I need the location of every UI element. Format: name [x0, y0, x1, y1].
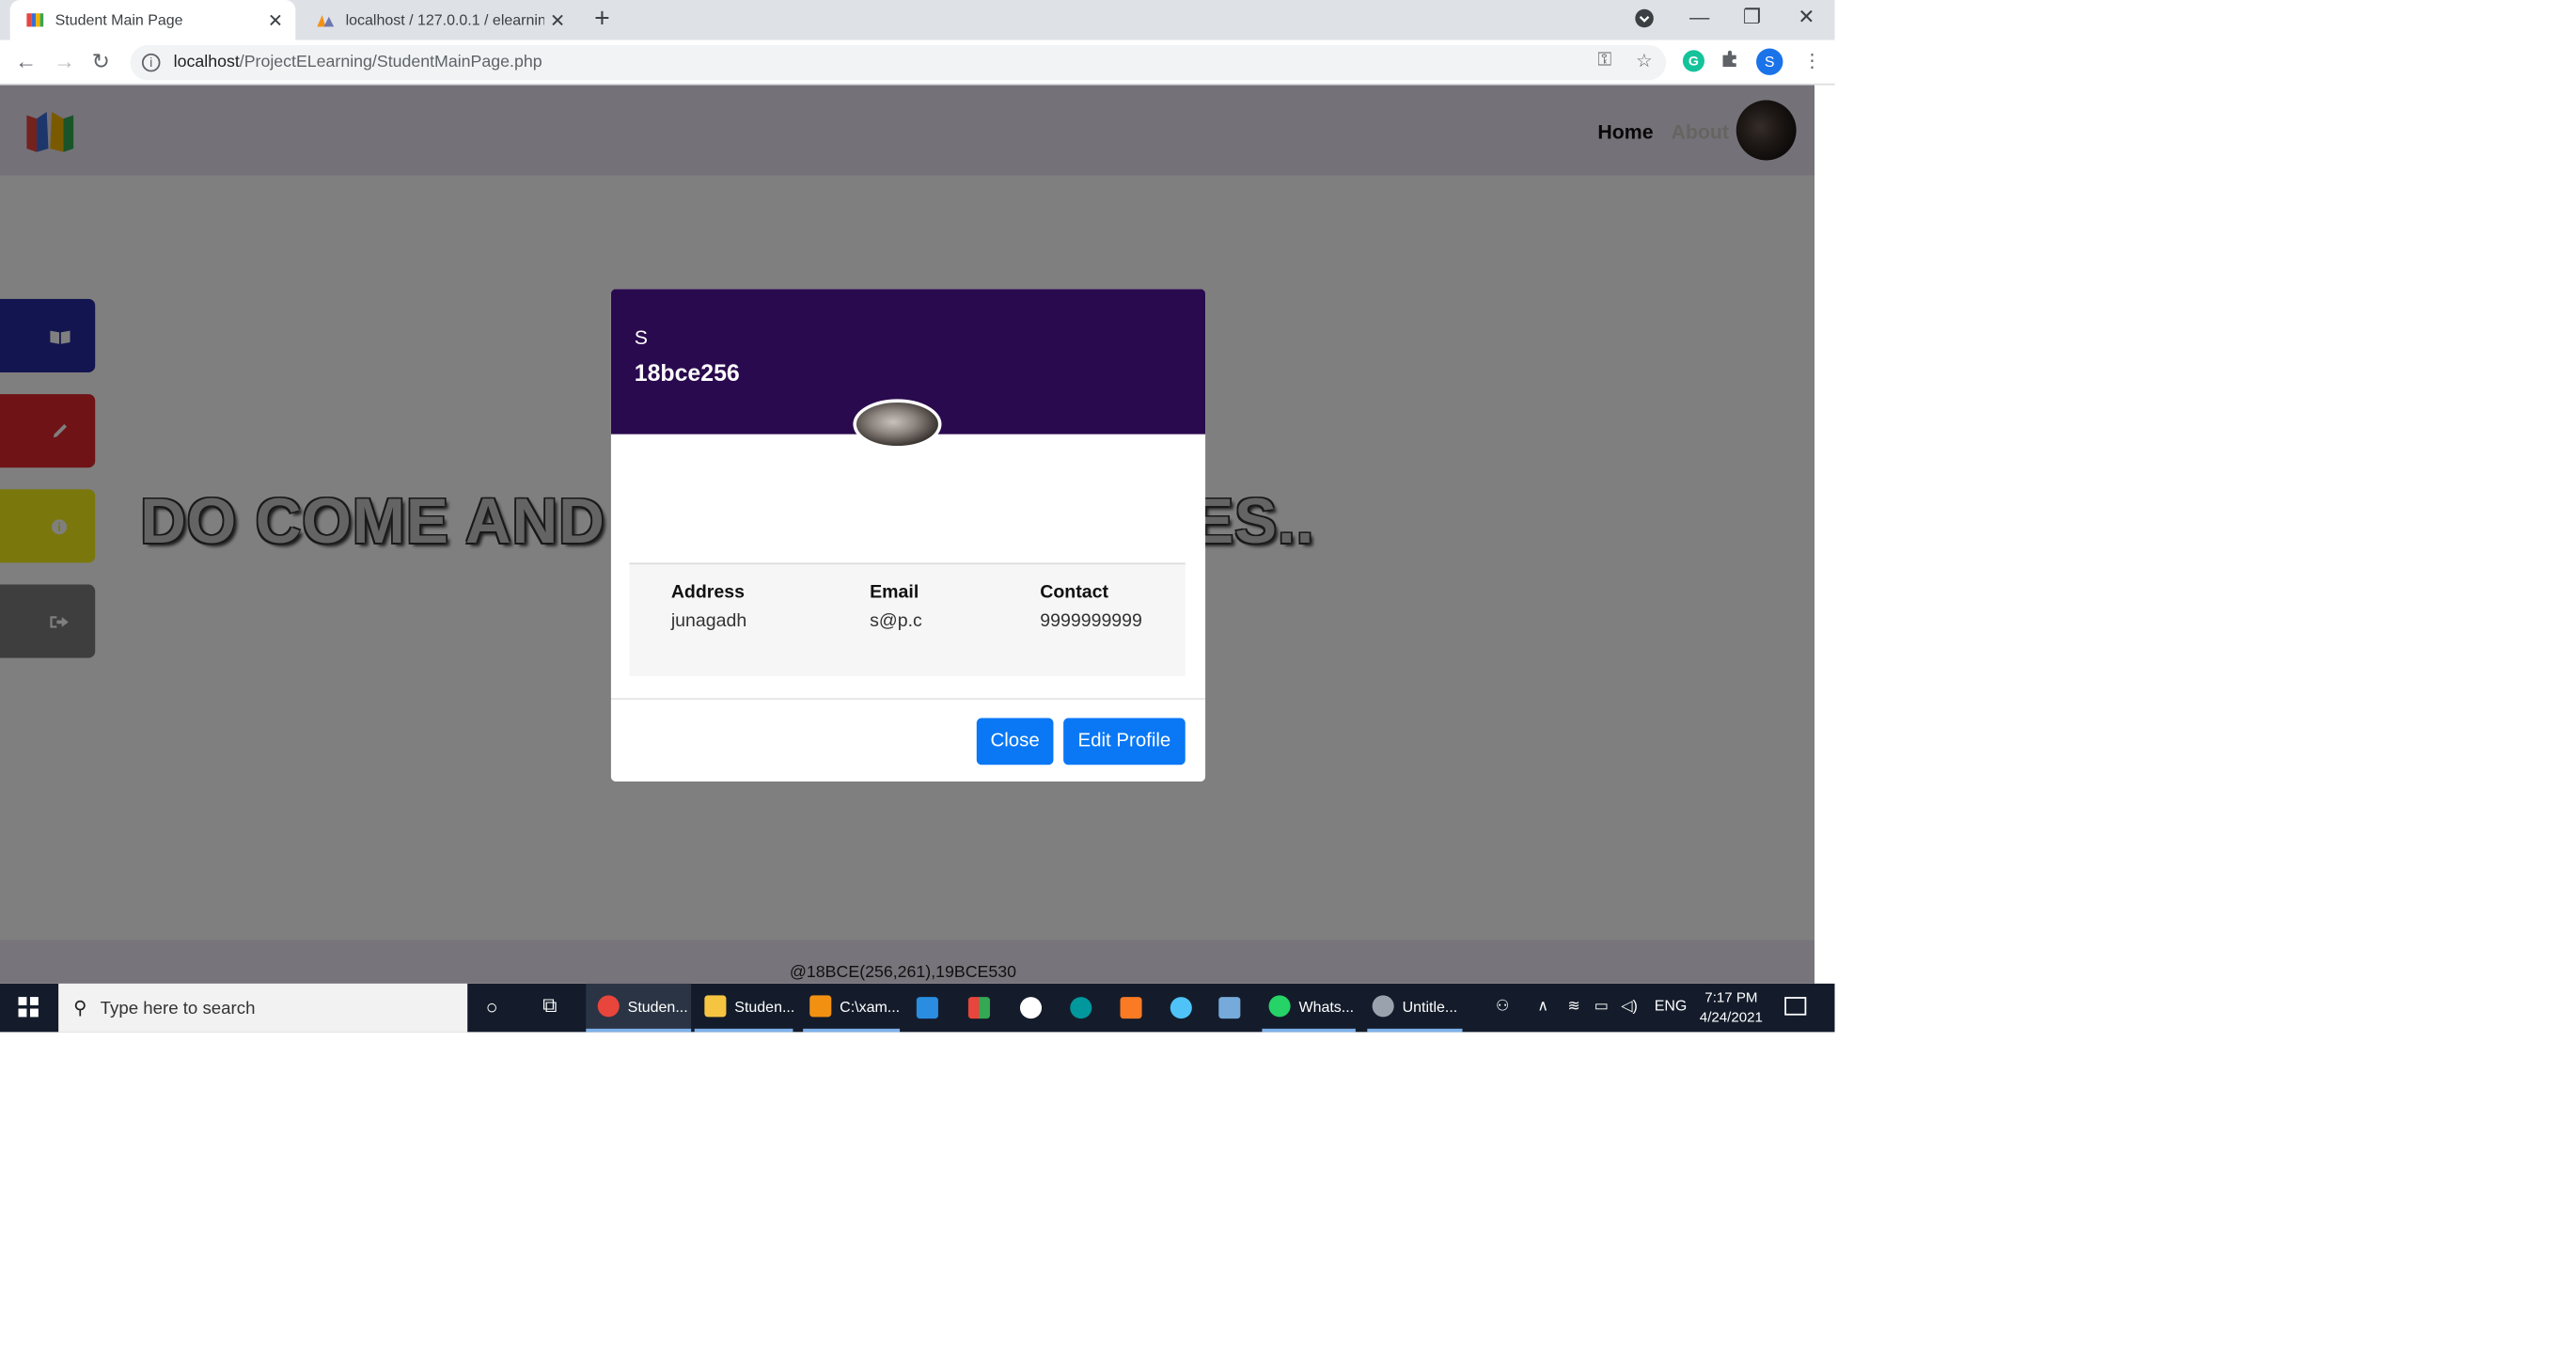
- taskbar-app-label: C:\xam...: [840, 997, 901, 1015]
- taskbar-app-xampp-explorer[interactable]: C:\xam...: [803, 984, 901, 1033]
- browser-toolbar: ← → ↻ i localhost/ProjectELearning/Stude…: [0, 39, 1835, 86]
- key-icon[interactable]: ⚿: [1597, 50, 1611, 71]
- extensions-puzzle-icon[interactable]: [1721, 50, 1740, 73]
- taskbar-app-label: Studen...: [627, 997, 688, 1015]
- tab-phpmyadmin[interactable]: localhost / 127.0.0.1 / elearning / ✕: [301, 0, 578, 40]
- battery-icon[interactable]: ▭: [1594, 997, 1609, 1016]
- contact-field: Contact 9999999999: [1040, 583, 1142, 631]
- clock-date: 4/24/2021: [1699, 1008, 1763, 1026]
- contact-label: Contact: [1040, 582, 1108, 604]
- system-clock[interactable]: 7:17 PM 4/24/2021: [1689, 987, 1773, 1027]
- app-globe-icon[interactable]: [1170, 984, 1201, 1032]
- profile-id: 18bce256: [634, 358, 740, 387]
- search-icon: ⚲: [73, 998, 87, 1019]
- window-close-icon[interactable]: ✕: [1798, 5, 1814, 28]
- address-bar[interactable]: i localhost/ProjectELearning/StudentMain…: [130, 44, 1667, 81]
- wifi-icon[interactable]: ≋: [1567, 997, 1579, 1016]
- people-icon[interactable]: ⚇: [1496, 997, 1509, 1016]
- address-label: Address: [670, 582, 746, 604]
- close-button[interactable]: Close: [976, 718, 1054, 766]
- tab-title: localhost / 127.0.0.1 / elearning /: [345, 11, 544, 29]
- taskbar-app-label: Studen...: [734, 997, 795, 1015]
- tab-strip: Student Main Page ✕ localhost / 127.0.0.…: [0, 0, 1835, 40]
- contact-value: 9999999999: [1040, 610, 1142, 632]
- action-center-icon[interactable]: [1784, 997, 1807, 1016]
- taskbar-app-whatsapp[interactable]: Whats...: [1262, 984, 1356, 1033]
- url-text: localhost/ProjectELearning/StudentMainPa…: [173, 53, 542, 72]
- email-field: Email s@p.c: [870, 583, 922, 631]
- taskbar-app-label: Untitle...: [1402, 997, 1458, 1015]
- app-blue-icon[interactable]: [1019, 984, 1050, 1032]
- taskbar-app-chrome[interactable]: Studen...: [586, 983, 692, 1033]
- tab-search-icon[interactable]: [1634, 8, 1654, 34]
- taskbar-app-label: Whats...: [1298, 997, 1355, 1015]
- close-tab-icon[interactable]: ✕: [544, 9, 571, 31]
- forward-icon[interactable]: →: [54, 48, 75, 73]
- volume-icon[interactable]: ◁): [1621, 997, 1638, 1016]
- cortana-icon[interactable]: ○: [486, 995, 498, 1018]
- profile-name: S: [634, 325, 648, 350]
- bookmark-star-icon[interactable]: ☆: [1636, 50, 1653, 71]
- language-indicator[interactable]: ENG: [1655, 997, 1688, 1014]
- clock-time: 7:17 PM: [1704, 988, 1758, 1005]
- task-view-icon[interactable]: ⧉: [542, 994, 557, 1019]
- page-scrollbar[interactable]: [1814, 85, 1835, 984]
- search-placeholder: Type here to search: [100, 997, 256, 1018]
- new-tab-icon[interactable]: +: [594, 5, 610, 35]
- minimize-icon[interactable]: —: [1689, 5, 1709, 28]
- xampp-icon[interactable]: [1120, 984, 1150, 1032]
- taskbar-app-explorer[interactable]: Studen...: [694, 984, 795, 1033]
- book-favicon-icon: [26, 13, 44, 27]
- reload-icon[interactable]: ↻: [92, 48, 110, 74]
- tab-title: Student Main Page: [55, 11, 183, 29]
- email-label: Email: [870, 582, 919, 604]
- profile-modal: S 18bce256 Address junagadh Email s@p.c …: [610, 289, 1206, 782]
- site-info-icon[interactable]: i: [141, 53, 161, 72]
- folder-icon: [704, 995, 727, 1018]
- taskbar-app-paint[interactable]: Untitle...: [1367, 984, 1463, 1033]
- windows-taskbar: ⚲ Type here to search ○ ⧉ Studen... Stud…: [0, 983, 1835, 1033]
- profile-details: Address junagadh Email s@p.c Contact 999…: [629, 562, 1186, 677]
- taskbar-search-input[interactable]: ⚲ Type here to search: [58, 983, 468, 1033]
- close-tab-icon[interactable]: ✕: [262, 9, 289, 31]
- rstudio-icon[interactable]: [1218, 984, 1249, 1032]
- arduino-icon[interactable]: [1070, 984, 1100, 1032]
- show-hidden-icons-chevron-icon[interactable]: ∧: [1537, 997, 1548, 1016]
- office-icon[interactable]: [967, 984, 998, 1032]
- email-value: s@p.c: [870, 610, 922, 632]
- whatsapp-icon: [1268, 995, 1291, 1018]
- profile-avatar[interactable]: S: [1756, 48, 1783, 75]
- profile-photo: [853, 399, 942, 450]
- address-value: junagadh: [670, 610, 747, 632]
- vscode-icon[interactable]: [916, 984, 947, 1032]
- edit-profile-button[interactable]: Edit Profile: [1063, 718, 1186, 766]
- sublime-icon: [809, 995, 832, 1018]
- paint-icon: [1372, 995, 1394, 1018]
- back-icon[interactable]: ←: [15, 48, 37, 73]
- tab-student-main-page[interactable]: Student Main Page ✕: [9, 0, 296, 40]
- chrome-icon: [597, 995, 620, 1018]
- grammarly-extension-icon[interactable]: G: [1682, 50, 1704, 72]
- modal-divider: [610, 698, 1206, 701]
- restore-icon[interactable]: ❐: [1743, 5, 1761, 28]
- windows-start-icon[interactable]: [18, 997, 39, 1018]
- phpmyadmin-favicon-icon: [317, 14, 335, 27]
- menu-kebab-icon[interactable]: ⋮: [1803, 50, 1822, 71]
- address-field: Address junagadh: [671, 583, 746, 631]
